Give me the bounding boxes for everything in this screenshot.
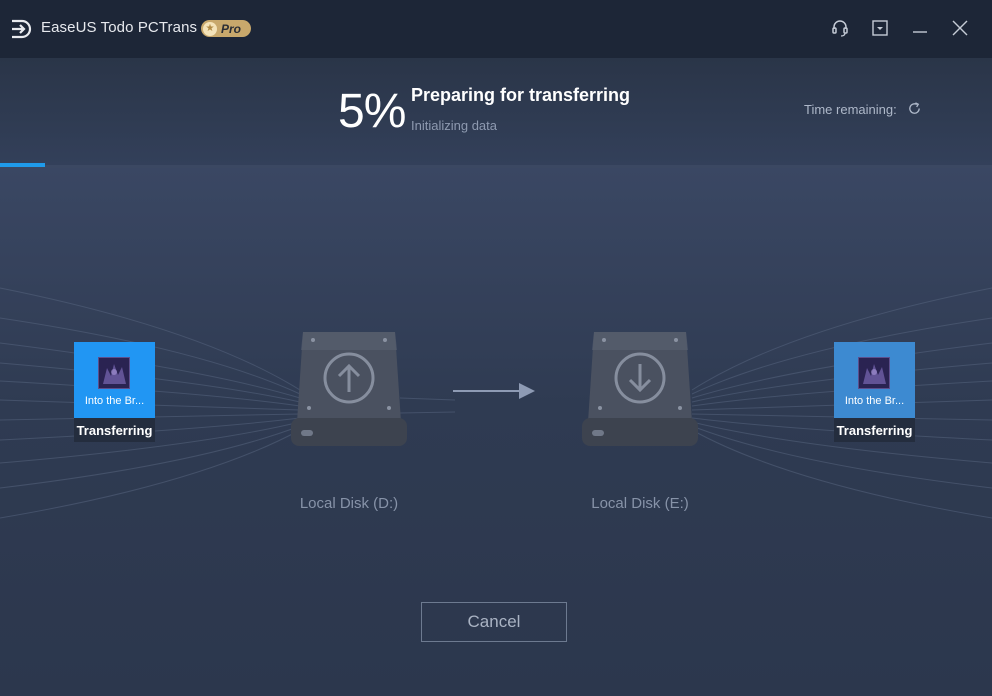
progress-bar-fill [0, 163, 45, 167]
refresh-icon [909, 102, 920, 114]
file-tile: Into the Br... [74, 342, 155, 418]
file-tile: Into the Br... [834, 342, 915, 418]
star-icon: ★ [203, 21, 217, 36]
pro-badge: ★ Pro [201, 20, 251, 37]
target-file-card[interactable]: Into the Br... Transferring [834, 342, 915, 442]
file-name: Into the Br... [844, 395, 905, 407]
minimize-button[interactable] [909, 17, 931, 39]
cancel-button[interactable]: Cancel [421, 602, 567, 642]
headset-icon [832, 20, 848, 37]
target-disk-label: Local Disk (E:) [591, 495, 689, 512]
support-button[interactable] [829, 17, 851, 39]
minimize-icon [913, 31, 927, 33]
minimize-to-tray-icon [872, 20, 888, 36]
pro-badge-label: Pro [221, 21, 242, 36]
app-title: EaseUS Todo PCTrans [41, 19, 198, 36]
minimize-to-tray-button[interactable] [869, 17, 891, 39]
transfer-arrow-icon [453, 383, 535, 399]
easeus-logo-icon [12, 19, 32, 39]
close-icon [952, 20, 968, 36]
source-disk-icon [291, 332, 407, 446]
file-status: Transferring [834, 418, 915, 442]
game-cover-icon [859, 358, 889, 388]
status-subtitle: Initializing data [411, 118, 497, 133]
file-thumbnail [858, 357, 890, 389]
close-button[interactable] [949, 17, 971, 39]
title-bar: EaseUS Todo PCTrans ★ Pro [0, 0, 992, 58]
status-title: Preparing for transferring [411, 85, 631, 105]
file-status: Transferring [74, 418, 155, 442]
source-file-card[interactable]: Into the Br... Transferring [74, 342, 155, 442]
target-disk-icon [582, 332, 698, 446]
file-name: Into the Br... [84, 395, 145, 407]
time-remaining-label: Time remaining: [804, 102, 897, 117]
progress-percent: 5% [338, 85, 406, 138]
file-thumbnail [98, 357, 130, 389]
game-cover-icon [99, 358, 129, 388]
source-disk-label: Local Disk (D:) [299, 495, 399, 512]
